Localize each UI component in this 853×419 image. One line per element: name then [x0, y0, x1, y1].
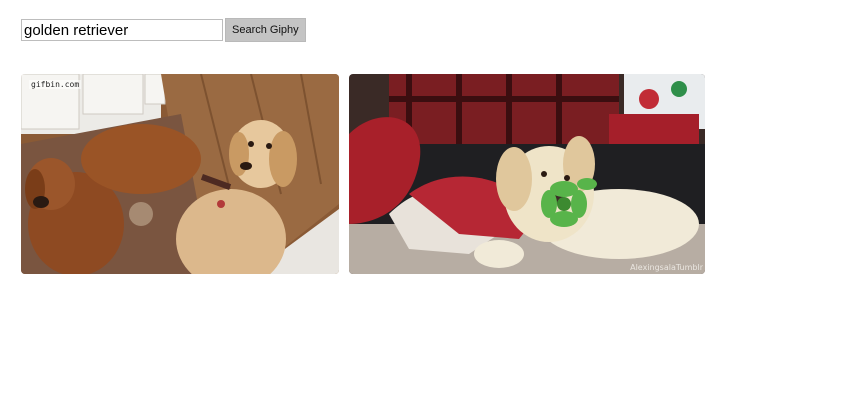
search-bar: Search Giphy — [21, 18, 306, 42]
gif-image-two-dogs — [21, 74, 339, 274]
gif-result-1[interactable]: gifbin.com — [21, 74, 339, 274]
search-input[interactable] — [21, 19, 223, 41]
search-giphy-button[interactable]: Search Giphy — [225, 18, 306, 42]
gif-result-2[interactable]: AlexingsalaTumblr — [349, 74, 705, 274]
gif-watermark: gifbin.com — [29, 80, 82, 89]
gif-results: gifbin.com AlexingsalaTumblr — [21, 74, 705, 274]
gif-watermark: AlexingsalaTumblr — [630, 263, 703, 272]
gif-image-puppy-gift-wrap — [349, 74, 705, 274]
